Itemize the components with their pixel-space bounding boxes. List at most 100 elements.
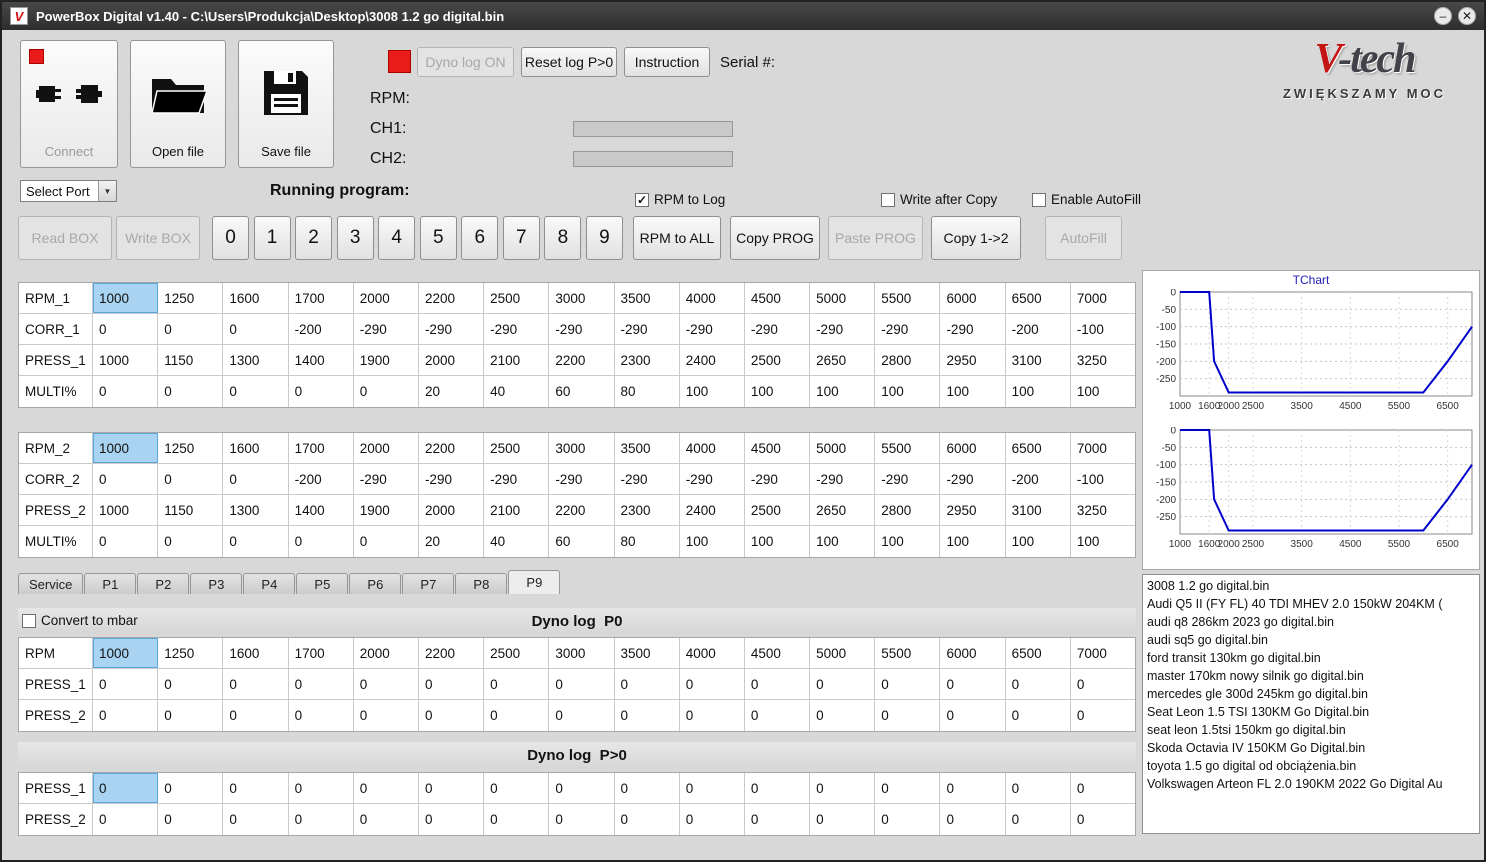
table-cell[interactable]: 2300: [615, 495, 680, 525]
table-cell[interactable]: 0: [93, 804, 159, 835]
table-cell[interactable]: 0: [289, 669, 354, 699]
table-cell[interactable]: 2500: [484, 433, 550, 463]
table-cell[interactable]: -290: [940, 464, 1006, 494]
table-cell[interactable]: -290: [875, 464, 941, 494]
table-cell[interactable]: 2200: [549, 495, 615, 525]
table-cell[interactable]: 0: [875, 669, 941, 699]
tab-p4[interactable]: P4: [243, 573, 296, 594]
table-cell[interactable]: -290: [484, 464, 550, 494]
table-cell[interactable]: 2800: [875, 495, 941, 525]
table-cell[interactable]: 7000: [1071, 283, 1135, 313]
table-cell[interactable]: 4500: [745, 638, 811, 668]
table-cell[interactable]: 4500: [745, 283, 811, 313]
tab-service[interactable]: Service: [18, 573, 84, 594]
table-cell[interactable]: 6000: [940, 433, 1006, 463]
table-cell[interactable]: 1400: [289, 345, 354, 375]
table-cell[interactable]: 0: [680, 669, 745, 699]
table-cell[interactable]: 100: [940, 526, 1006, 557]
table-cell[interactable]: 1000: [93, 638, 159, 668]
table-cell[interactable]: 2500: [745, 495, 811, 525]
table-cell[interactable]: 0: [223, 669, 289, 699]
table-cell[interactable]: -100: [1071, 464, 1135, 494]
table-cell[interactable]: 5000: [810, 433, 876, 463]
enable-autofill-checkbox[interactable]: Enable AutoFill: [1032, 192, 1141, 207]
table-cell[interactable]: 0: [354, 669, 419, 699]
table-cell[interactable]: 100: [875, 376, 941, 407]
table-cell[interactable]: 2950: [940, 495, 1006, 525]
table-cell[interactable]: 0: [158, 314, 224, 344]
table-cell[interactable]: 6500: [1006, 638, 1071, 668]
table-cell[interactable]: 1000: [93, 433, 159, 463]
table-cell[interactable]: -290: [680, 464, 745, 494]
table-cell[interactable]: 0: [354, 700, 419, 731]
tab-p1[interactable]: P1: [84, 573, 137, 594]
close-button[interactable]: ✕: [1458, 7, 1476, 25]
table-cell[interactable]: 2200: [419, 433, 485, 463]
table-cell[interactable]: 0: [223, 804, 289, 835]
digit-button-0[interactable]: 0: [212, 216, 249, 260]
table-cell[interactable]: 0: [1071, 773, 1135, 803]
tab-p2[interactable]: P2: [137, 573, 190, 594]
tab-p5[interactable]: P5: [296, 573, 349, 594]
file-list-item[interactable]: 3008 1.2 go digital.bin: [1147, 577, 1475, 595]
table-cell[interactable]: -290: [940, 314, 1006, 344]
table-cell[interactable]: -290: [549, 464, 615, 494]
table-cell[interactable]: 0: [745, 773, 811, 803]
table-cell[interactable]: 0: [745, 700, 811, 731]
file-list-item[interactable]: ford transit 130km go digital.bin: [1147, 649, 1475, 667]
table-cell[interactable]: 0: [158, 464, 224, 494]
table-cell[interactable]: 1900: [354, 345, 419, 375]
table-cell[interactable]: 5500: [875, 283, 941, 313]
table-cell[interactable]: 2200: [419, 283, 485, 313]
table-cell[interactable]: 0: [875, 804, 941, 835]
table-cell[interactable]: 3000: [549, 283, 615, 313]
table-cell[interactable]: 80: [615, 526, 680, 557]
table-cell[interactable]: 5500: [875, 433, 941, 463]
table-cell[interactable]: 0: [875, 773, 941, 803]
file-list-item[interactable]: toyota 1.5 go digital od obciążenia.bin: [1147, 757, 1475, 775]
tab-p8[interactable]: P8: [455, 573, 508, 594]
table-cell[interactable]: -290: [680, 314, 745, 344]
table-cell[interactable]: 0: [1006, 700, 1071, 731]
tab-p9[interactable]: P9: [508, 570, 561, 594]
table-cell[interactable]: 100: [1006, 376, 1071, 407]
save-file-button[interactable]: Save file: [238, 40, 334, 168]
table-cell[interactable]: 3250: [1071, 345, 1135, 375]
table-cell[interactable]: -290: [745, 464, 811, 494]
table-cell[interactable]: 1300: [223, 495, 289, 525]
table-cell[interactable]: 3100: [1006, 495, 1071, 525]
table-cell[interactable]: 0: [940, 669, 1006, 699]
table-cell[interactable]: 40: [484, 526, 550, 557]
table-cell[interactable]: 2100: [484, 495, 550, 525]
autofill-button[interactable]: AutoFill: [1045, 216, 1122, 260]
write-box-button[interactable]: Write BOX: [116, 216, 200, 260]
minimize-button[interactable]: –: [1434, 7, 1452, 25]
table-cell[interactable]: 0: [158, 526, 224, 557]
table-cell[interactable]: -200: [1006, 464, 1071, 494]
table-cell[interactable]: -100: [1071, 314, 1135, 344]
table-cell[interactable]: 0: [419, 804, 485, 835]
table-cell[interactable]: 0: [810, 700, 876, 731]
table-cell[interactable]: 2500: [484, 638, 550, 668]
read-box-button[interactable]: Read BOX: [18, 216, 112, 260]
table-cell[interactable]: 2000: [419, 495, 485, 525]
table-cell[interactable]: 0: [158, 669, 224, 699]
table-cell[interactable]: 1150: [158, 345, 224, 375]
table-cell[interactable]: 100: [745, 526, 811, 557]
table-cell[interactable]: 1600: [223, 283, 289, 313]
table-cell[interactable]: 0: [745, 804, 811, 835]
rpm-to-log-checkbox[interactable]: ✓ RPM to Log: [635, 192, 725, 207]
digit-button-2[interactable]: 2: [295, 216, 333, 260]
table-cell[interactable]: 0: [549, 773, 615, 803]
table-cell[interactable]: 0: [484, 804, 550, 835]
table-cell[interactable]: -290: [354, 464, 419, 494]
rpm-to-all-button[interactable]: RPM to ALL: [633, 216, 721, 260]
table-cell[interactable]: 0: [354, 773, 419, 803]
file-list-item[interactable]: seat leon 1.5tsi 150km go digital.bin: [1147, 721, 1475, 739]
table-cell[interactable]: 0: [484, 669, 550, 699]
table-cell[interactable]: 1700: [289, 638, 354, 668]
table-cell[interactable]: 0: [810, 773, 876, 803]
table-cell[interactable]: 1300: [223, 345, 289, 375]
table-cell[interactable]: 0: [1071, 804, 1135, 835]
write-after-copy-checkbox[interactable]: Write after Copy: [881, 192, 997, 207]
